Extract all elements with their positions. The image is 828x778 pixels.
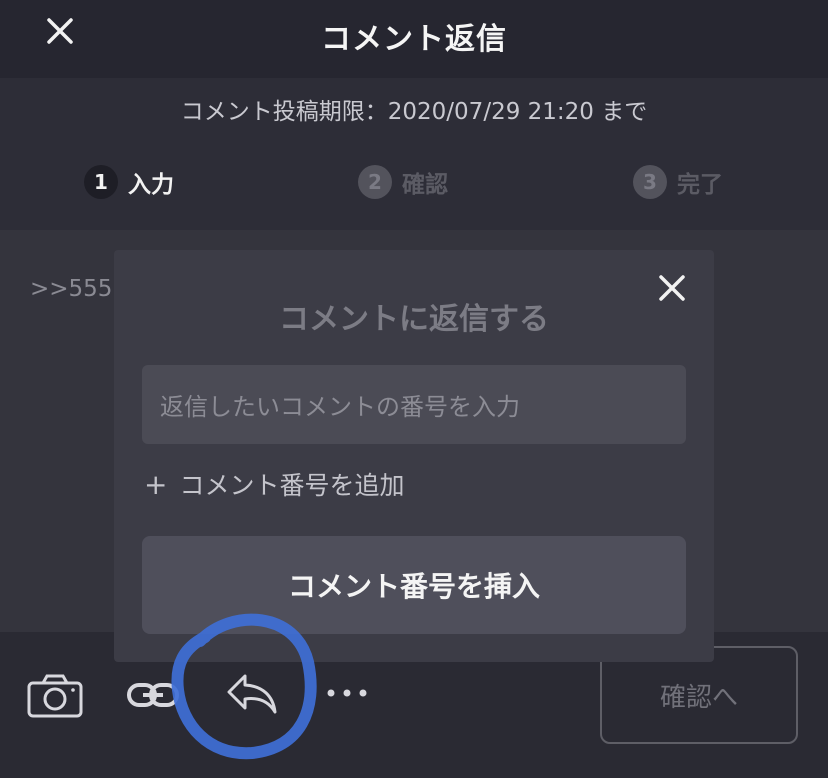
camera-icon[interactable] <box>27 674 83 718</box>
insert-comment-number-button[interactable]: コメント番号を挿入 <box>142 536 686 634</box>
comment-number-input[interactable]: 返信したいコメントの番号を入力 <box>142 365 686 444</box>
link-icon[interactable] <box>127 682 179 708</box>
step-confirm: 2 確認 <box>358 162 448 202</box>
step-label: 完了 <box>677 172 723 198</box>
deadline-text: コメント投稿期限：2020/07/29 21:20 まで <box>180 99 648 125</box>
add-comment-number-button[interactable]: + コメント番号を追加 <box>144 466 404 502</box>
step-number: 3 <box>633 165 667 199</box>
reply-modal: コメントに返信する 返信したいコメントの番号を入力 + コメント番号を追加 コメ… <box>114 250 714 662</box>
step-complete: 3 完了 <box>633 162 723 202</box>
header-bar: コメント返信 <box>0 0 828 78</box>
add-comment-number-label: コメント番号を追加 <box>179 471 405 500</box>
step-number: 1 <box>84 165 118 199</box>
step-label: 確認 <box>402 172 448 198</box>
reply-icon[interactable] <box>225 672 279 716</box>
modal-title: コメントに返信する <box>279 302 549 337</box>
page-title: コメント返信 <box>321 22 507 57</box>
plus-icon: + <box>144 467 168 501</box>
more-icon[interactable] <box>326 688 368 698</box>
editor-text: >>555 <box>30 276 113 302</box>
step-input: 1 入力 <box>84 162 174 202</box>
step-number: 2 <box>358 165 392 199</box>
status-area: コメント投稿期限：2020/07/29 21:20 まで 1 入力 2 確認 3… <box>0 78 828 230</box>
step-label: 入力 <box>128 172 174 198</box>
